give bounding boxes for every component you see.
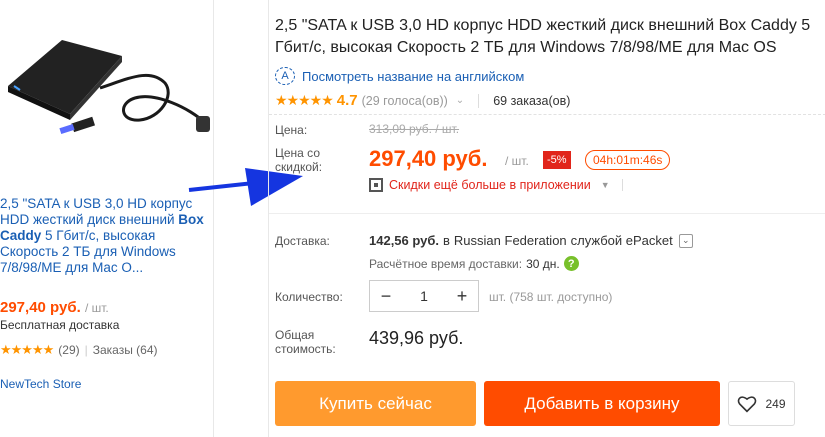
- app-discount-text[interactable]: Скидки ещё больше в приложении: [389, 178, 591, 192]
- translate-link[interactable]: A Посмотреть название на английском: [275, 67, 524, 85]
- store-link[interactable]: NewTech Store: [0, 377, 81, 391]
- current-price: 297,40 руб.: [369, 146, 488, 171]
- quantity-input[interactable]: 1: [420, 288, 428, 304]
- app-discount-link[interactable]: Скидки ещё больше в приложении ▼: [369, 178, 623, 192]
- shipping-service: службой ePacket: [570, 233, 673, 248]
- separator: |: [84, 343, 88, 357]
- buy-now-button[interactable]: Купить сейчас: [275, 381, 476, 426]
- quantity-stepper: − 1 +: [369, 280, 479, 312]
- recommended-product-card[interactable]: 2,5 "SATA к USB 3,0 HD корпус HDD жестки…: [0, 0, 214, 437]
- shipping-label: Доставка:: [275, 234, 330, 248]
- qr-code-icon: [369, 178, 383, 192]
- price-unit: / шт.: [84, 301, 109, 315]
- shipping-cost: 142,56 руб.: [369, 233, 440, 248]
- quantity-label: Количество:: [275, 290, 343, 304]
- divider: [269, 213, 825, 214]
- title-text[interactable]: 2,5 "SATA к USB 3,0 HD корпус HDD жестки…: [0, 196, 192, 227]
- eta-value: 30 дн.: [526, 256, 560, 271]
- wishlist-button[interactable]: 249: [728, 381, 795, 426]
- old-price: 313,09 руб. / шт.: [369, 122, 460, 136]
- shipping-options-dropdown-icon[interactable]: ⌄: [678, 233, 693, 248]
- stock-available: шт. (758 шт. доступно): [489, 290, 613, 304]
- orders-count: 69 заказа(ов): [493, 93, 571, 108]
- recommended-product-title[interactable]: 2,5 "SATA к USB 3,0 HD корпус HDD жестки…: [0, 196, 212, 276]
- star-rating-icon: ★★★★★: [0, 342, 54, 357]
- shipping-info: 142,56 руб. в Russian Federation службой…: [369, 233, 693, 248]
- votes-count[interactable]: (29 голоса(ов)): [362, 94, 448, 108]
- star-rating-icon: ★★★★★: [275, 92, 334, 108]
- discount-price-label: Цена со скидкой:: [275, 146, 323, 174]
- help-icon[interactable]: ?: [563, 256, 579, 271]
- orders-count: Заказы (64): [92, 343, 158, 357]
- product-title: 2,5 "SATA к USB 3,0 HD корпус HDD жестки…: [275, 17, 811, 56]
- price-label: Цена:: [275, 123, 308, 137]
- heart-icon: [738, 395, 757, 413]
- total-label: Общая стоимость:: [275, 328, 336, 356]
- discount-badge: -5%: [543, 151, 571, 169]
- caret-down-icon[interactable]: ▼: [601, 180, 610, 190]
- translate-icon: A: [275, 67, 295, 85]
- decrease-quantity-button[interactable]: −: [378, 286, 394, 307]
- eta-label: Расчётное время доставки:: [369, 256, 523, 271]
- translate-link-text[interactable]: Посмотреть название на английском: [302, 69, 524, 84]
- total-value: 439,96 руб.: [369, 328, 464, 348]
- shipping-destination: Russian Federation: [453, 233, 567, 248]
- delivery-estimate: Расчётное время доставки: 30 дн. ?: [369, 256, 579, 271]
- divider: [478, 93, 480, 108]
- product-thumbnail[interactable]: [0, 28, 214, 136]
- recommended-price: 297,40 руб. / шт.: [0, 299, 109, 316]
- chevron-down-icon[interactable]: ⌄: [456, 95, 464, 106]
- increase-quantity-button[interactable]: +: [454, 286, 470, 307]
- countdown-timer: 04h:01m:46s: [585, 150, 671, 170]
- recommended-rating: ★★★★★ (29) | Заказы (64): [0, 342, 158, 358]
- add-to-cart-button[interactable]: Добавить в корзину: [484, 381, 720, 426]
- price-unit: / шт.: [505, 154, 529, 168]
- shipping-in: в: [443, 233, 450, 248]
- rating-row: ★★★★★ 4.7 (29 голоса(ов)) ⌄ 69 заказа(ов…: [275, 92, 570, 109]
- rating-value: 4.7: [336, 92, 358, 109]
- divider: [621, 179, 623, 191]
- wishlist-count: 249: [765, 396, 786, 411]
- free-shipping-label: Бесплатная доставка: [0, 318, 120, 332]
- divider: [269, 114, 825, 115]
- price-value: 297,40 руб.: [0, 299, 81, 316]
- product-detail-panel: 2,5 "SATA к USB 3,0 HD корпус HDD жестки…: [268, 0, 825, 437]
- reviews-count: (29): [58, 343, 80, 357]
